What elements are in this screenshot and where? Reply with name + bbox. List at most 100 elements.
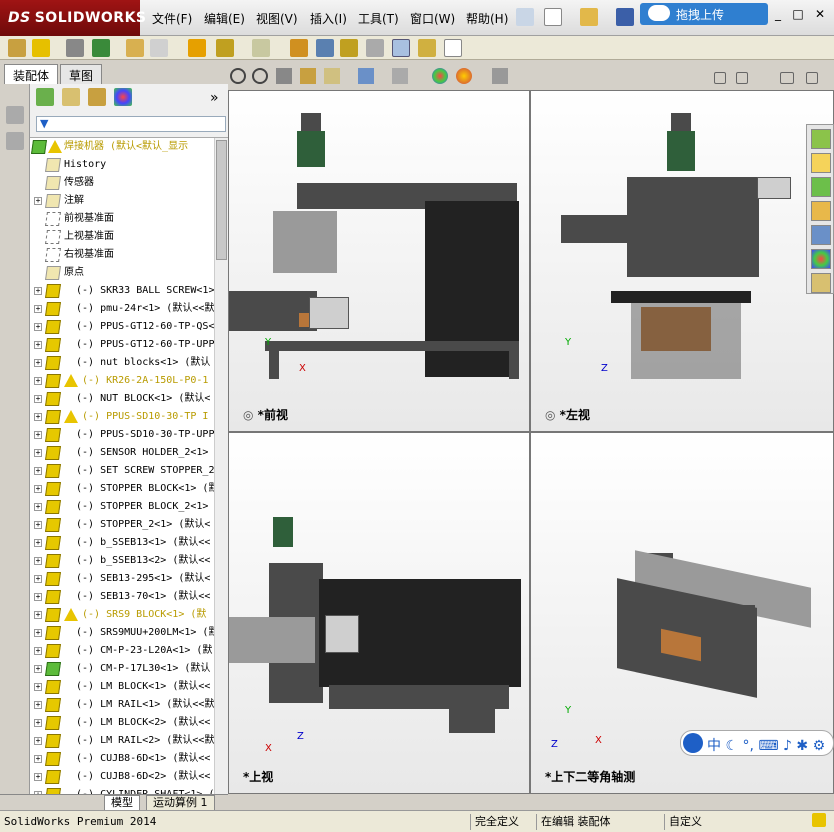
- tree-node[interactable]: + (-) LM RAIL<1> (默认<<默: [30, 696, 214, 714]
- feature-tree-icon[interactable]: [36, 88, 54, 106]
- tree-node[interactable]: + (-) CUJB8-6D<1> (默认<<: [30, 750, 214, 768]
- design-library-icon[interactable]: [811, 177, 831, 197]
- tree-node[interactable]: + (-) CM-P-23-L20A<1> (默: [30, 642, 214, 660]
- tree-node[interactable]: + (-) SRS9MUU+200LM<1> (默: [30, 624, 214, 642]
- expand-toggle[interactable]: +: [34, 773, 42, 781]
- tree-node[interactable]: 上视基准面: [30, 228, 214, 246]
- configuration-icon[interactable]: [88, 88, 106, 106]
- tree-node[interactable]: + (-) SEB13-70<1> (默认<<: [30, 588, 214, 606]
- menu-help[interactable]: 帮助(H): [466, 10, 508, 27]
- tree-node[interactable]: + (-) LM BLOCK<1> (默认<<: [30, 678, 214, 696]
- minimize-button[interactable]: _: [770, 8, 786, 22]
- resources-icon[interactable]: [811, 129, 831, 149]
- appearance-icon[interactable]: [418, 39, 436, 57]
- sketch-icon[interactable]: [252, 39, 270, 57]
- display-style-icon[interactable]: [358, 68, 374, 84]
- options-icon[interactable]: [290, 39, 308, 57]
- close-button[interactable]: ✕: [812, 8, 828, 22]
- menu-tools[interactable]: 工具(T): [358, 10, 399, 27]
- expand-toggle[interactable]: +: [34, 395, 42, 403]
- tab-model[interactable]: 模型: [104, 795, 140, 811]
- tree-node[interactable]: + (-) SRS9 BLOCK<1> (默: [30, 606, 214, 624]
- expand-toggle[interactable]: +: [34, 467, 42, 475]
- new-document-icon[interactable]: [544, 8, 562, 26]
- tree-node[interactable]: + (-) SENSOR HOLDER_2<1>: [30, 444, 214, 462]
- tree-node[interactable]: + (-) LM RAIL<2> (默认<<默: [30, 732, 214, 750]
- expand-toggle[interactable]: +: [34, 197, 42, 205]
- tree-node[interactable]: + (-) CM-P-17L30<1> (默认: [30, 660, 214, 678]
- maximize-button[interactable]: □: [790, 8, 806, 22]
- tree-node[interactable]: + (-) CUJB8-6D<2> (默认<<: [30, 768, 214, 786]
- upload-button[interactable]: 拖拽上传: [640, 3, 768, 25]
- smart-fastener-icon[interactable]: [188, 39, 206, 57]
- file-explorer-icon[interactable]: [811, 201, 831, 221]
- open-folder-icon[interactable]: [580, 8, 598, 26]
- tree-node[interactable]: 原点: [30, 264, 214, 282]
- menu-file[interactable]: 文件(F): [152, 10, 192, 27]
- expand-toggle[interactable]: +: [34, 431, 42, 439]
- save-icon[interactable]: [616, 8, 634, 26]
- viewport-left[interactable]: Y Z ◎ *左视: [530, 90, 834, 432]
- move-component-icon[interactable]: [126, 39, 144, 57]
- tree-node[interactable]: + (-) STOPPER BLOCK_2<1>: [30, 498, 214, 516]
- pin-panel-icon[interactable]: [6, 106, 24, 124]
- expand-toggle[interactable]: +: [34, 539, 42, 547]
- view-palette-icon[interactable]: [811, 225, 831, 245]
- tree-node[interactable]: +(-) CYLINDER SHAFT<1> (: [30, 786, 214, 794]
- expand-toggle[interactable]: +: [34, 305, 42, 313]
- tree-node[interactable]: + (-) STOPPER BLOCK<1> (默: [30, 480, 214, 498]
- viewport-maximize-icon[interactable]: [806, 72, 818, 84]
- zoom-area-icon[interactable]: [252, 68, 268, 84]
- help-icon[interactable]: [812, 813, 826, 827]
- tree-node[interactable]: + (-) PPUS-SD10-30-TP-UPPI: [30, 426, 214, 444]
- property-manager-icon[interactable]: [62, 88, 80, 106]
- tree-scrollbar[interactable]: [214, 138, 228, 794]
- tree-node[interactable]: + (-) nut blocks<1> (默认: [30, 354, 214, 372]
- tree-node[interactable]: 右视基准面: [30, 246, 214, 264]
- tree-node[interactable]: + (-) b_SSEB13<1> (默认<<: [30, 534, 214, 552]
- tree-node[interactable]: + (-) PPUS-SD10-30-TP I: [30, 408, 214, 426]
- tree-node[interactable]: + 注解: [30, 192, 214, 210]
- menu-insert[interactable]: 插入(I): [310, 10, 347, 27]
- expand-toggle[interactable]: +: [34, 719, 42, 727]
- tree-node[interactable]: + (-) PPUS-GT12-60-TP-QS<: [30, 318, 214, 336]
- expand-chevron-icon[interactable]: »: [210, 90, 219, 106]
- expand-toggle[interactable]: +: [34, 521, 42, 529]
- mate-icon[interactable]: [66, 39, 84, 57]
- expand-toggle[interactable]: +: [34, 629, 42, 637]
- scrollbar-thumb[interactable]: [216, 140, 227, 260]
- expand-toggle[interactable]: +: [34, 287, 42, 295]
- tree-root[interactable]: 焊接机器 (默认<默认_显示: [30, 138, 214, 156]
- menu-edit[interactable]: 编辑(E): [204, 10, 245, 27]
- pin-icon[interactable]: [516, 8, 534, 26]
- viewport-front[interactable]: Y X ◎ *前视: [228, 90, 530, 432]
- pattern-icon[interactable]: [92, 39, 110, 57]
- sketch-tool-icon[interactable]: [6, 132, 24, 150]
- expand-toggle[interactable]: +: [34, 503, 42, 511]
- assembly-icon[interactable]: [8, 39, 26, 57]
- explode-view-icon[interactable]: [216, 39, 234, 57]
- viewport-restore-icon[interactable]: [780, 72, 794, 84]
- status-units[interactable]: 自定义: [664, 814, 706, 830]
- expand-toggle[interactable]: +: [34, 449, 42, 457]
- expand-toggle[interactable]: +: [34, 647, 42, 655]
- apply-scene-icon[interactable]: [456, 68, 472, 84]
- rotate-component-icon[interactable]: [150, 39, 168, 57]
- tree-node[interactable]: 传感器: [30, 174, 214, 192]
- expand-toggle[interactable]: +: [34, 359, 42, 367]
- expand-toggle[interactable]: +: [34, 737, 42, 745]
- expand-toggle[interactable]: +: [34, 683, 42, 691]
- tree-node[interactable]: + (-) NUT BLOCK<1> (默认<: [30, 390, 214, 408]
- expand-toggle[interactable]: +: [34, 755, 42, 763]
- ime-toolbar[interactable]: 中 ☾ °, ⌨ ♪ ✱ ⚙: [680, 730, 834, 756]
- zoom-to-fit-icon[interactable]: [230, 68, 246, 84]
- tree-node[interactable]: + (-) SEB13-295<1> (默认<: [30, 570, 214, 588]
- expand-toggle[interactable]: +: [34, 593, 42, 601]
- tab-assembly[interactable]: 装配体: [4, 64, 59, 84]
- tree-node[interactable]: + (-) STOPPER_2<1> (默认<: [30, 516, 214, 534]
- measure-icon[interactable]: [366, 39, 384, 57]
- viewport-link-icon[interactable]: [714, 72, 726, 84]
- custom-properties-icon[interactable]: [811, 273, 831, 293]
- tree-node[interactable]: + (-) KR26-2A-150L-P0-1: [30, 372, 214, 390]
- scene-icon[interactable]: [392, 39, 410, 57]
